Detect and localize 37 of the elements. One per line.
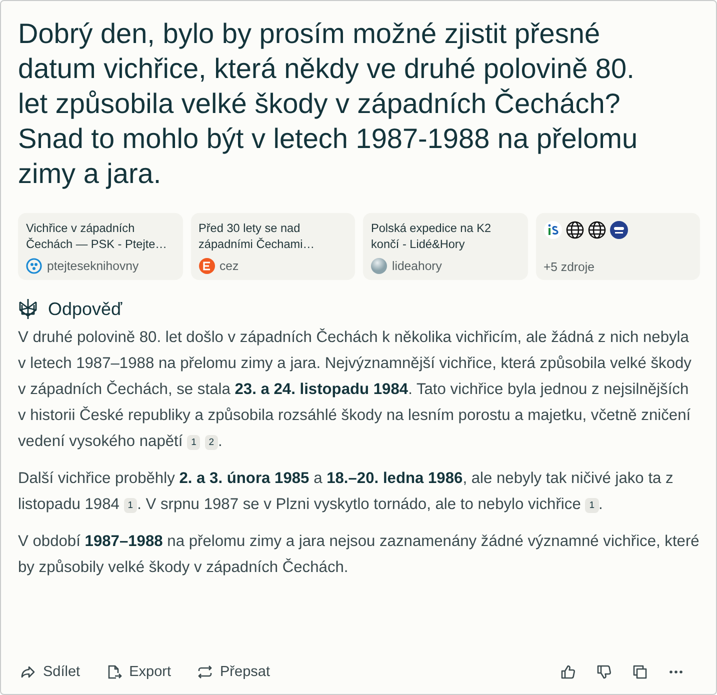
answer-heading: Odpověď [48, 298, 122, 320]
source-card[interactable]: Polská expedice na K2 končí - Lidé&Hory lideahory [363, 213, 528, 280]
copy-icon[interactable] [632, 664, 648, 680]
action-button[interactable]: Přepsat [195, 660, 272, 684]
source-title: Před 30 lety se nad západními Čechami… [198, 220, 316, 252]
citation-link[interactable]: 2 [204, 435, 218, 450]
source-card[interactable]: Před 30 lety se nad západními Čechami… cez [190, 213, 355, 280]
action-button[interactable]: Export [104, 660, 174, 684]
source-card[interactable]: Vichřice v západních Čechách — PSK - Ptejte… ptejteseknihovny [18, 213, 182, 280]
source-site: ptejteseknihovny [47, 259, 139, 273]
document-icon [106, 664, 122, 680]
more-sources-label: +5 zdroje [544, 260, 594, 274]
globe-icon [588, 221, 606, 239]
answer-paragraph: V druhé polovině 80. let došlo v západních Čechách k několika vichřicím, ale žádná z nich nebyla v letech 1987–1988 na přelomu zimy a jara. Nejvýznamnější vichřice, která způsobila velké škody v západních Čechách, se stala 23. a 24. listopadu 1984. Tato vichřice byla jednou z nejsilnějších v historii České republiky a způsobila rozsáhlé škody na lesním porostu a majetku, včetně zničení vedení vysokého napětí 1 2 . [18, 327, 692, 452]
sphere-icon [371, 258, 387, 274]
source-card[interactable]: +5 zdroje [536, 213, 700, 280]
site-logo-icon [544, 221, 562, 239]
answer-paragraph: V období 1987–1988 na přelomu zimy a jara nejsou zaznamenány žádné významné vichřice, které by způsobily velké škody v západních Čechách. [18, 532, 700, 578]
citation-link[interactable]: 1 [585, 498, 598, 513]
source-site: lideahory [392, 259, 442, 273]
source-title: Polská expedice na K2 končí - Lidé&Hory [371, 220, 492, 252]
letter-logo-icon [198, 258, 214, 274]
thumbs-down-icon[interactable] [596, 664, 612, 680]
citation-link[interactable]: 1 [187, 435, 200, 450]
globe-icon [566, 221, 584, 239]
source-title: Vichřice v západních Čechách — PSK - Ptejte… [26, 220, 168, 252]
repeat-icon [197, 664, 214, 680]
source-site: cez [220, 259, 239, 273]
action-button[interactable]: Sdílet [18, 660, 82, 684]
share-icon [20, 664, 36, 680]
round-logo-icon [610, 221, 628, 239]
citation-link[interactable]: 1 [124, 498, 138, 513]
question-title: Dobrý den, bylo by prosím možné zjistit přesné datum vichřice, která někdy ve druhé polovině 80. let způsobila velké škody v západních Čechách? Snad to mohlo být v letech 1987-1988 na přelomu zimy a jara. [18, 17, 639, 191]
dots-circle-icon [26, 258, 42, 274]
answer-paragraph: Další vichřice proběhly 2. a 3. února 1985 a 18.–20. ledna 1986, ale nebyly tak ničivé jako ta z listopadu 1984 1 . V srpnu 1987 se v Plzni vyskytlo tornádo, ale to nebylo vichřice 1 . [18, 469, 674, 515]
thumbs-up-icon[interactable] [560, 664, 576, 680]
logo-icon [18, 298, 38, 320]
